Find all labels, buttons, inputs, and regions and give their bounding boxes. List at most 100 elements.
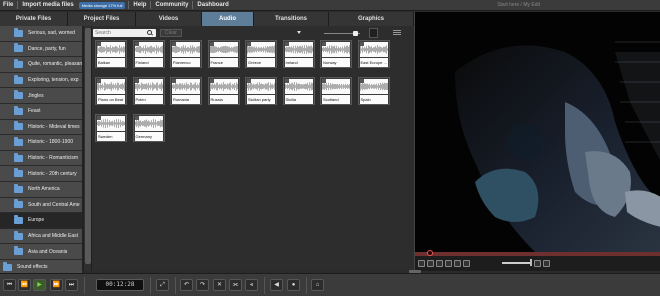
preview-volume-slider[interactable] bbox=[502, 259, 532, 266]
play-icon[interactable] bbox=[418, 259, 425, 267]
waveform-icon bbox=[359, 79, 388, 94]
waveform-icon bbox=[359, 42, 388, 57]
sidebar-item[interactable]: Asia and Oceania bbox=[0, 244, 82, 260]
sidebar-scrollbar[interactable] bbox=[84, 26, 92, 271]
audio-clip[interactable]: East Europe ... bbox=[357, 40, 390, 68]
step-back-icon[interactable]: ⏪ bbox=[18, 279, 31, 291]
tab-audio[interactable]: Audio bbox=[202, 12, 254, 26]
folder-icon bbox=[14, 246, 23, 256]
video-frame bbox=[415, 12, 660, 252]
audio-clip[interactable]: Germany bbox=[132, 114, 165, 142]
menu-separator bbox=[192, 1, 194, 9]
tab-project-files[interactable]: Project Files bbox=[68, 12, 136, 26]
video-preview[interactable] bbox=[415, 12, 660, 252]
folder-icon bbox=[3, 261, 12, 271]
waveform-icon bbox=[247, 79, 275, 94]
grid-view-icon[interactable] bbox=[369, 28, 378, 38]
audio-clip[interactable]: Sweden bbox=[95, 114, 127, 142]
sidebar-item[interactable]: South and Central Ame bbox=[0, 197, 82, 214]
search-icon[interactable] bbox=[147, 30, 152, 35]
sidebar-item[interactable]: Europe bbox=[0, 213, 82, 229]
waveform-icon bbox=[209, 79, 238, 94]
audio-clip[interactable]: Sicilian party bbox=[245, 77, 277, 105]
tab-videos[interactable]: Videos bbox=[136, 12, 202, 26]
audio-clip[interactable]: Sicilia bbox=[282, 77, 315, 105]
menu-file[interactable]: File bbox=[0, 2, 16, 8]
menu-help[interactable]: Help bbox=[130, 2, 149, 8]
separator bbox=[150, 277, 151, 294]
menu-dashboard[interactable]: Dashboard bbox=[194, 2, 231, 8]
sidebar-item[interactable]: Dance, party, fun bbox=[0, 41, 82, 58]
tab-transitions[interactable]: Transitions bbox=[254, 12, 329, 26]
settings-icon[interactable] bbox=[543, 259, 550, 267]
audio-clip[interactable]: Norway bbox=[320, 40, 352, 68]
audio-clip[interactable]: Scotland bbox=[320, 77, 352, 105]
audio-clip[interactable]: Piano on Beat bbox=[95, 77, 127, 105]
play-button[interactable]: ▶ bbox=[33, 279, 46, 291]
sidebar-item[interactable]: Historic - 20th century bbox=[0, 166, 82, 182]
tab-private-files[interactable]: Private Files bbox=[0, 12, 68, 26]
playhead[interactable] bbox=[427, 250, 433, 256]
menu-community[interactable]: Community bbox=[152, 2, 191, 8]
sidebar-item[interactable]: Feast bbox=[0, 103, 82, 120]
thumbnail-size-slider[interactable] bbox=[324, 31, 360, 36]
frame-back-icon[interactable] bbox=[454, 259, 461, 267]
fullscreen-icon[interactable] bbox=[534, 259, 541, 267]
media-library: Clear Balkan Finland Flamenco France Greece I… bbox=[92, 26, 414, 271]
audio-icon bbox=[134, 116, 139, 120]
sidebar-item-label: Exploring, tension, exp bbox=[28, 77, 79, 84]
folder-icon bbox=[14, 168, 23, 178]
scrollbar-thumb[interactable] bbox=[85, 28, 91, 264]
home-icon[interactable]: ⌂ bbox=[311, 279, 324, 291]
clear-button[interactable]: Clear bbox=[160, 29, 182, 37]
audio-icon bbox=[209, 42, 214, 46]
audio-clip[interactable]: Balkan bbox=[95, 40, 127, 68]
scrub-bar[interactable] bbox=[415, 250, 660, 256]
stop-icon[interactable] bbox=[427, 259, 434, 267]
audio-clip[interactable]: Romania bbox=[170, 77, 202, 105]
menu-import-media[interactable]: Import media files bbox=[19, 2, 76, 8]
fit-timeline-icon[interactable]: ⤢ bbox=[156, 279, 169, 291]
undo-icon[interactable]: ↶ bbox=[180, 279, 193, 291]
audio-clip[interactable]: Ireland bbox=[282, 40, 315, 68]
list-view-icon[interactable] bbox=[393, 29, 401, 37]
sidebar-item[interactable]: Exploring, tension, exp bbox=[0, 72, 82, 89]
loop-icon[interactable] bbox=[445, 259, 452, 267]
folder-icon bbox=[14, 136, 23, 146]
audio-clip[interactable]: France bbox=[207, 40, 240, 68]
trim-icon[interactable]: ⫷ bbox=[245, 279, 258, 291]
audio-clip-title: Sicilia bbox=[284, 95, 313, 104]
sidebar-item[interactable]: Quite, romantic, pleasan bbox=[0, 57, 82, 73]
delete-icon[interactable]: ✕ bbox=[213, 279, 226, 291]
audio-icon bbox=[172, 42, 176, 46]
audio-clip[interactable]: Spain bbox=[357, 77, 390, 105]
audio-clip[interactable]: Russia bbox=[207, 77, 240, 105]
sidebar-item[interactable]: North America bbox=[0, 181, 82, 198]
sidebar-item-label: Jingles bbox=[28, 92, 44, 99]
timecode-display: 00:12:28 bbox=[96, 279, 144, 291]
waveform-icon bbox=[172, 79, 200, 94]
volume-icon[interactable] bbox=[436, 259, 443, 267]
slider-knob[interactable] bbox=[353, 31, 358, 36]
tab-graphics[interactable]: Graphics bbox=[329, 12, 414, 26]
audio-clip[interactable]: Greece bbox=[245, 40, 277, 68]
sidebar-item[interactable]: Historic - 1800-1900 bbox=[0, 135, 82, 151]
volume-icon[interactable]: ◀ bbox=[270, 279, 283, 291]
sidebar-item[interactable]: Jingles bbox=[0, 88, 82, 104]
skip-to-start-icon[interactable]: ⏮ bbox=[3, 279, 16, 291]
sidebar-item[interactable]: Serious, sad, worried bbox=[0, 26, 82, 42]
skip-to-end-icon[interactable]: ⏭ bbox=[65, 279, 78, 291]
menu-separator bbox=[17, 1, 19, 9]
audio-clip[interactable]: Finland bbox=[132, 40, 165, 68]
record-icon[interactable]: ● bbox=[287, 279, 300, 291]
redo-icon[interactable]: ↷ bbox=[196, 279, 209, 291]
sidebar-item[interactable]: Africa and Middle East bbox=[0, 228, 82, 245]
frame-forward-icon[interactable] bbox=[463, 259, 470, 267]
split-icon[interactable]: ⫘ bbox=[229, 279, 242, 291]
chevron-down-icon[interactable] bbox=[297, 31, 301, 34]
sidebar-item[interactable]: Historic - Mideval times bbox=[0, 119, 82, 136]
audio-clip[interactable]: Polen bbox=[132, 77, 165, 105]
step-forward-icon[interactable]: ⏩ bbox=[50, 279, 63, 291]
sidebar-item[interactable]: Historic - Romanticism bbox=[0, 150, 82, 167]
audio-clip[interactable]: Flamenco bbox=[170, 40, 202, 68]
